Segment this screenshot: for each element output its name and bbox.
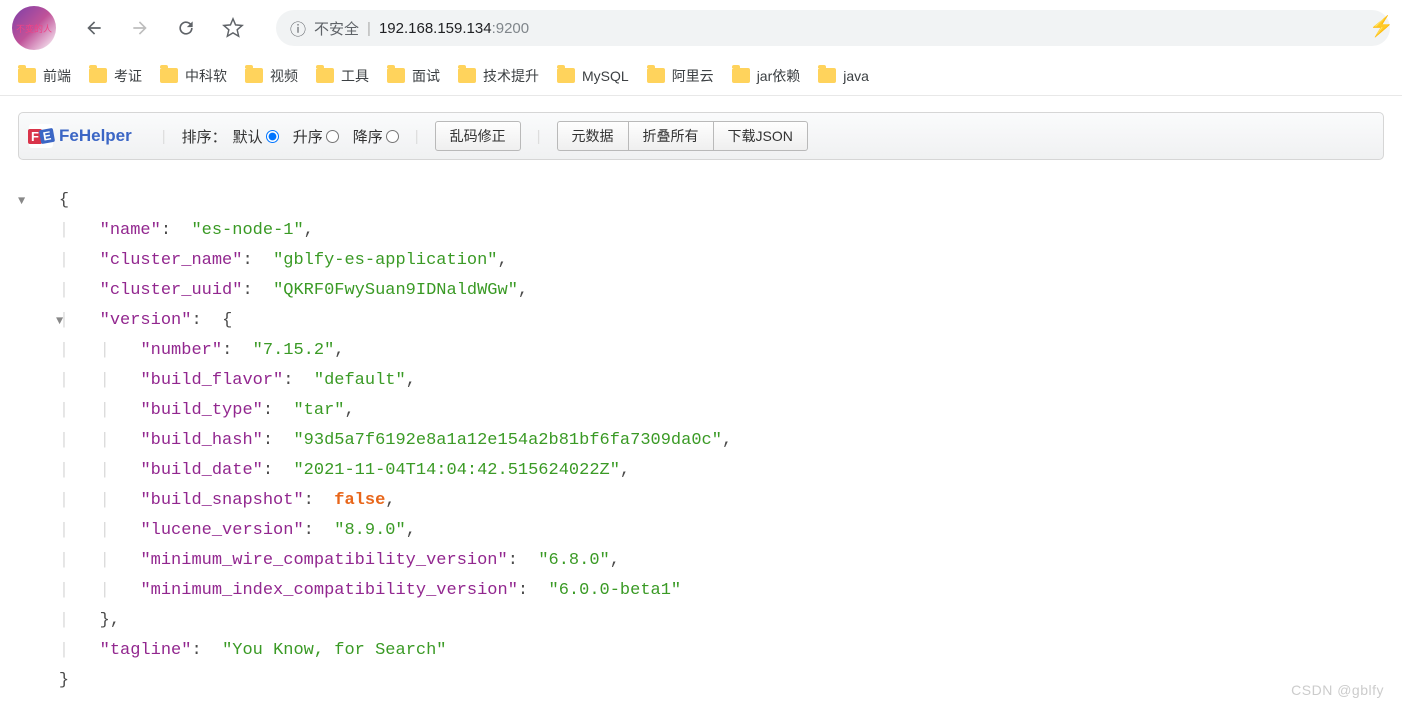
- bookmark-label: 视频: [270, 66, 298, 86]
- sort-radio-group: 默认 升序 降序: [233, 126, 399, 147]
- folder-icon: [732, 68, 750, 83]
- folder-icon: [316, 68, 334, 83]
- bookmark-item[interactable]: 工具: [316, 66, 369, 86]
- collapse-caret-icon[interactable]: ▼: [18, 186, 25, 216]
- reload-button[interactable]: [166, 14, 206, 42]
- metadata-button[interactable]: 元数据: [557, 121, 628, 151]
- bookmark-item[interactable]: jar依赖: [732, 66, 801, 86]
- bookmark-label: 考证: [114, 66, 142, 86]
- bookmark-item[interactable]: 面试: [387, 66, 440, 86]
- download-json-button[interactable]: 下载JSON: [713, 121, 808, 151]
- folder-icon: [18, 68, 36, 83]
- insecure-label: 不安全: [314, 18, 359, 39]
- bookmark-label: jar依赖: [757, 66, 801, 86]
- bookmarks-bar: 前端 考证 中科软 视频 工具 面试 技术提升 MySQL 阿里云 jar依赖 java: [0, 56, 1402, 96]
- folder-icon: [160, 68, 178, 83]
- fehelper-toolbar: FE FeHelper | 排序： 默认 升序 降序 | 乱码修正 | 元数据 …: [18, 112, 1384, 160]
- arrow-right-icon: [130, 18, 150, 38]
- bookmark-item[interactable]: java: [818, 68, 869, 84]
- bookmark-label: 中科软: [185, 66, 227, 86]
- fehelper-logo-icon: FE: [29, 124, 53, 148]
- folder-icon: [458, 68, 476, 83]
- fehelper-brand: FeHelper: [59, 126, 132, 146]
- bookmark-item[interactable]: MySQL: [557, 68, 629, 84]
- action-button-group: 元数据 折叠所有 下载JSON: [557, 121, 808, 151]
- star-outline-icon: [222, 17, 244, 39]
- bookmark-label: MySQL: [582, 68, 629, 84]
- reload-icon: [176, 18, 196, 38]
- bookmark-label: 阿里云: [672, 66, 714, 86]
- bookmark-label: 面试: [412, 66, 440, 86]
- bookmark-star-button[interactable]: [212, 13, 254, 43]
- folder-icon: [387, 68, 405, 83]
- separator: |: [367, 20, 371, 37]
- fix-encoding-button[interactable]: 乱码修正: [435, 121, 521, 151]
- collapse-caret-icon[interactable]: ▼: [56, 306, 63, 336]
- json-viewer: ▼ { | "name": "es-node-1", | "cluster_na…: [18, 160, 1384, 696]
- sort-label: 排序：: [182, 126, 227, 147]
- bookmark-item[interactable]: 阿里云: [647, 66, 714, 86]
- profile-avatar[interactable]: 不变的人: [12, 6, 56, 50]
- bookmark-item[interactable]: 视频: [245, 66, 298, 86]
- back-button[interactable]: [74, 14, 114, 42]
- bookmark-item[interactable]: 前端: [18, 66, 71, 86]
- sort-desc-option[interactable]: 降序: [353, 126, 399, 147]
- bookmark-label: 工具: [341, 66, 369, 86]
- bookmark-item[interactable]: 技术提升: [458, 66, 539, 86]
- sort-asc-option[interactable]: 升序: [293, 126, 339, 147]
- folder-icon: [818, 68, 836, 83]
- folder-icon: [245, 68, 263, 83]
- forward-button[interactable]: [120, 14, 160, 42]
- browser-navigation-bar: 不变的人 ⓘ 不安全 | 192.168.159.134:9200 ⚡: [0, 0, 1402, 56]
- bookmark-label: 技术提升: [483, 66, 539, 86]
- folder-icon: [89, 68, 107, 83]
- site-info-icon[interactable]: ⓘ: [290, 16, 306, 40]
- bookmark-label: 前端: [43, 66, 71, 86]
- collapse-all-button[interactable]: 折叠所有: [628, 121, 713, 151]
- address-bar[interactable]: ⓘ 不安全 | 192.168.159.134:9200: [276, 10, 1390, 46]
- url-text: 192.168.159.134:9200: [379, 20, 529, 37]
- bookmark-item[interactable]: 中科软: [160, 66, 227, 86]
- folder-icon: [557, 68, 575, 83]
- bookmark-item[interactable]: 考证: [89, 66, 142, 86]
- bolt-icon[interactable]: ⚡: [1369, 14, 1394, 39]
- folder-icon: [647, 68, 665, 83]
- watermark: CSDN @gblfy: [1291, 682, 1384, 698]
- arrow-left-icon: [84, 18, 104, 38]
- sort-default-option[interactable]: 默认: [233, 126, 279, 147]
- bookmark-label: java: [843, 68, 869, 84]
